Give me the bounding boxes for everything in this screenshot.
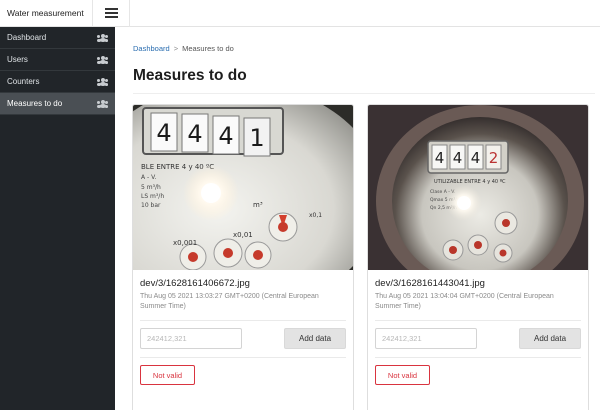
sidebar-item-label: Counters [7,77,40,86]
svg-text:5 m³/h: 5 m³/h [141,184,161,191]
sidebar: Dashboard Users Counters Measures to do [0,27,115,410]
meter-photo[interactable]: 4 4 4 1 BLE ENTRE 4 y 40 ºC A - V. 5 m³/… [133,105,353,270]
menu-toggle-button[interactable] [93,0,130,27]
measure-input-row: Add data [375,327,581,349]
svg-text:A - V.: A - V. [141,174,156,181]
meter-digit: 2 [489,149,499,167]
svg-text:UTILIZABLE ENTRE 4 y 40 ºC: UTILIZABLE ENTRE 4 y 40 ºC [434,179,506,185]
breadcrumb-separator: > [173,44,179,53]
page-title: Measures to do [133,67,247,84]
not-valid-button[interactable]: Not valid [375,365,430,386]
svg-text:x0,1: x0,1 [309,212,322,219]
divider [375,319,581,321]
meter-digit: 4 [453,149,463,167]
users-icon [97,77,108,86]
measure-card: 4 4 4 2 UTILIZABLE ENTRE 4 y 40 ºC Clase… [367,104,589,410]
meter-digit: 4 [435,149,445,167]
card-body: dev/3/1628161406672.jpg Thu Aug 05 2021 … [133,270,353,392]
users-icon [97,33,108,42]
not-valid-button[interactable]: Not valid [140,365,195,386]
meter-digit: 4 [218,122,233,150]
sidebar-item-measures-to-do[interactable]: Measures to do [0,93,115,115]
divider [140,319,346,321]
photo-filename: dev/3/1628161406672.jpg [140,278,250,289]
divider [140,356,346,358]
sidebar-item-label: Users [7,55,28,64]
meter-digit: 1 [249,124,264,152]
breadcrumb-dashboard-link[interactable]: Dashboard [133,44,170,53]
hamburger-icon [104,8,118,18]
measure-value-input[interactable] [375,327,477,349]
sidebar-item-users[interactable]: Users [0,49,115,71]
meter-digit: 4 [156,119,171,147]
photo-filename: dev/3/1628161443041.jpg [375,278,485,289]
measure-input-row: Add data [140,327,346,349]
sidebar-item-counters[interactable]: Counters [0,71,115,93]
svg-text:LS m³/h: LS m³/h [141,193,164,200]
svg-text:10 bar: 10 bar [141,202,161,209]
svg-text:x0,01: x0,01 [233,231,253,239]
photo-timestamp: Thu Aug 05 2021 13:03:27 GMT+0200 (Centr… [140,293,319,310]
breadcrumb: Dashboard > Measures to do [133,44,234,53]
add-data-button[interactable]: Add data [519,327,581,349]
sidebar-item-label: Dashboard [7,33,47,42]
meter-photo[interactable]: 4 4 4 2 UTILIZABLE ENTRE 4 y 40 ºC Clase… [368,105,588,270]
breadcrumb-current: Measures to do [182,44,234,53]
svg-text:m³: m³ [253,201,263,209]
divider [133,93,595,94]
measure-card: 4 4 4 1 BLE ENTRE 4 y 40 ºC A - V. 5 m³/… [132,104,354,410]
users-icon [97,99,108,108]
app-title[interactable]: Water measurement [0,0,93,27]
sidebar-item-label: Measures to do [7,99,63,108]
photo-timestamp: Thu Aug 05 2021 13:04:04 GMT+0200 (Centr… [375,293,554,310]
sidebar-item-dashboard[interactable]: Dashboard [0,27,115,49]
users-icon [97,55,108,64]
meter-digit: 4 [187,120,202,148]
svg-text:x0,001: x0,001 [173,239,197,247]
main-content: Dashboard > Measures to do Measures to do [115,27,600,410]
measure-value-input[interactable] [140,327,242,349]
meter-digit: 4 [471,149,481,167]
top-navbar: Water measurement [0,0,600,27]
add-data-button[interactable]: Add data [284,327,346,349]
card-body: dev/3/1628161443041.jpg Thu Aug 05 2021 … [368,270,588,392]
divider [375,356,581,358]
